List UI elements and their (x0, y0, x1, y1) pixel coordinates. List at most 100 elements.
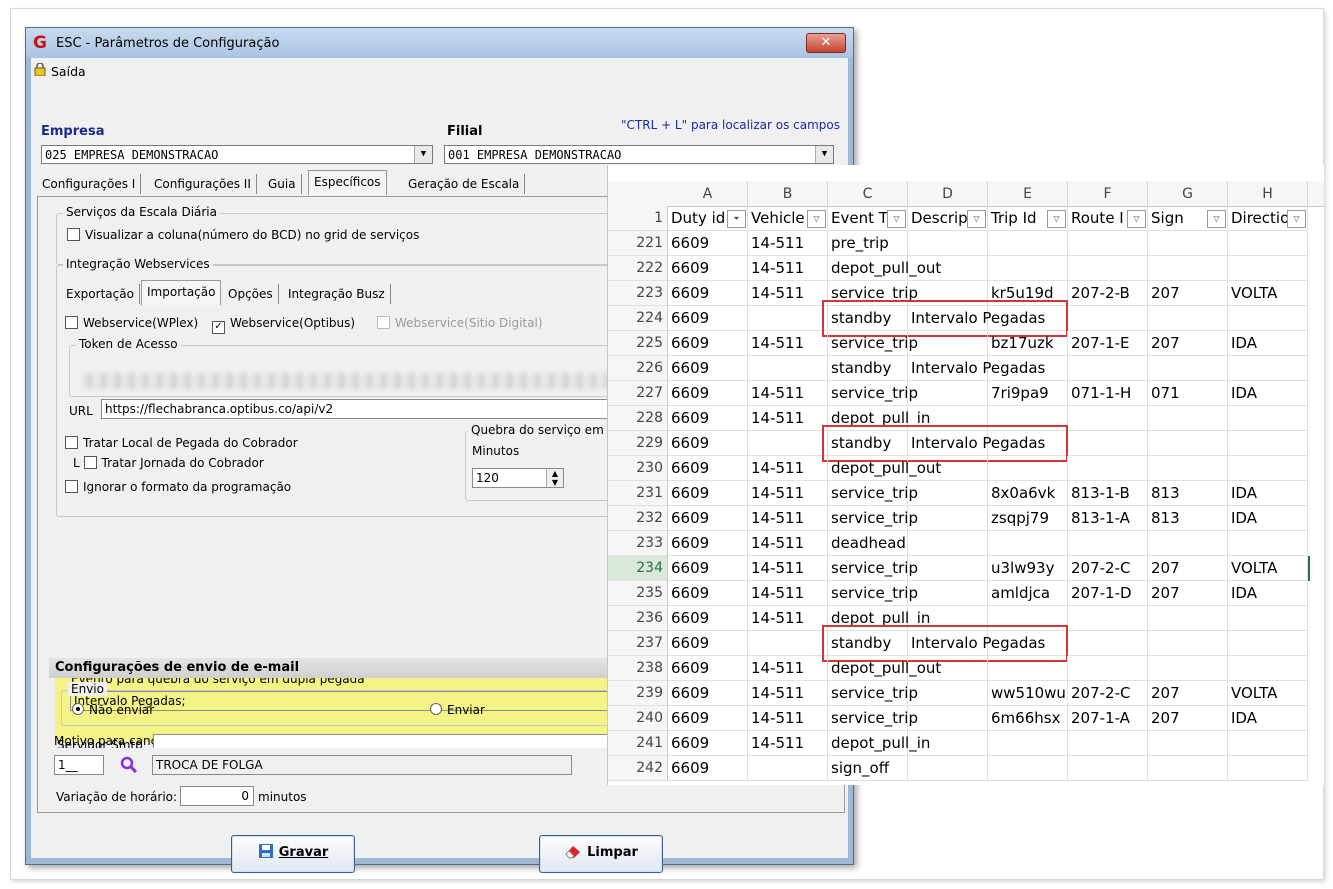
tab-configuracoes-1[interactable]: Configurações I (37, 174, 142, 194)
table-cell[interactable] (988, 731, 1068, 756)
chevron-down-icon[interactable]: ▼ (414, 146, 432, 163)
table-cell[interactable]: 6609 (668, 231, 748, 256)
table-cell[interactable]: 6m66hsx (988, 706, 1068, 731)
chevron-down-icon[interactable]: ▼ (815, 146, 833, 163)
table-cell[interactable]: 6609 (668, 381, 748, 406)
table-cell[interactable]: IDA (1228, 581, 1308, 606)
table-cell[interactable] (1148, 606, 1228, 631)
table-cell[interactable]: 6609 (668, 606, 748, 631)
table-cell[interactable] (1228, 531, 1308, 556)
table-cell[interactable] (1068, 456, 1148, 481)
row-number[interactable]: 224 (608, 306, 668, 331)
table-cell[interactable]: 14-511 (748, 481, 828, 506)
table-cell[interactable]: IDA (1228, 381, 1308, 406)
row-number[interactable]: 242 (608, 756, 668, 781)
row-number[interactable]: 239 (608, 681, 668, 706)
table-cell[interactable]: standby (828, 356, 908, 381)
row-number[interactable]: 225 (608, 331, 668, 356)
table-cell[interactable] (1228, 406, 1308, 431)
table-cell[interactable] (908, 706, 988, 731)
smtp-input[interactable] (153, 734, 643, 748)
search-icon[interactable] (120, 756, 138, 774)
table-cell[interactable]: IDA (1228, 331, 1308, 356)
table-cell[interactable]: 6609 (668, 531, 748, 556)
table-cell[interactable]: 6609 (668, 356, 748, 381)
nao-enviar-radio[interactable]: Não enviar (72, 703, 154, 717)
column-header-b[interactable]: B (748, 181, 828, 206)
table-cell[interactable]: 6609 (668, 706, 748, 731)
table-cell[interactable]: service_trip (828, 681, 918, 706)
table-cell[interactable] (1228, 256, 1308, 281)
table-cell[interactable]: 14-511 (748, 656, 828, 681)
table-cell[interactable] (988, 756, 1068, 781)
table-cell[interactable]: 207-2-B (1068, 281, 1148, 306)
table-cell[interactable] (908, 456, 988, 481)
table-cell[interactable] (908, 556, 988, 581)
table-cell[interactable]: VOLTA (1228, 556, 1308, 581)
menu-saida[interactable]: Saída (51, 64, 86, 79)
table-cell[interactable]: bz17uzk (988, 331, 1068, 356)
table-cell[interactable] (1228, 656, 1308, 681)
table-cell[interactable] (988, 356, 1068, 381)
table-cell[interactable] (988, 531, 1068, 556)
filial-select[interactable]: 001 EMPRESA DEMONSTRACAO ▼ (444, 145, 834, 164)
row-number[interactable]: 226 (608, 356, 668, 381)
visualizar-coluna-checkbox[interactable]: Visualizar a coluna(número do BCD) no gr… (67, 228, 419, 242)
filter-dropdown-icon[interactable]: ▽ (1287, 210, 1306, 228)
table-cell[interactable]: 14-511 (748, 381, 828, 406)
table-cell[interactable]: amldjca (988, 581, 1068, 606)
table-cell[interactable]: 14-511 (748, 531, 828, 556)
table-cell[interactable] (1148, 256, 1228, 281)
table-cell[interactable]: 6609 (668, 481, 748, 506)
table-cell[interactable]: depot_pull_out (828, 256, 941, 281)
filter-dropdown-icon[interactable]: ▽ (887, 210, 906, 228)
url-input[interactable]: https://flechabranca.optibus.co/api/v2 (101, 399, 621, 419)
table-cell[interactable]: depot_pull_out (828, 656, 941, 681)
table-cell[interactable] (1148, 731, 1228, 756)
table-cell[interactable]: 6609 (668, 506, 748, 531)
table-cell[interactable]: 071-1-H (1068, 381, 1148, 406)
table-cell[interactable] (1228, 631, 1308, 656)
table-cell[interactable]: 207 (1148, 556, 1228, 581)
table-cell[interactable]: service_trip (828, 506, 918, 531)
table-cell[interactable] (908, 756, 988, 781)
table-cell[interactable]: 207 (1148, 681, 1228, 706)
table-cell[interactable]: deadhead (828, 531, 908, 556)
table-cell[interactable] (988, 456, 1068, 481)
spinner-arrows-icon[interactable]: ▲ ▼ (546, 469, 563, 487)
filter-dropdown-icon[interactable]: ▽ (1207, 210, 1226, 228)
empresa-select[interactable]: 025 EMPRESA DEMONSTRACAO ▼ (41, 145, 433, 164)
table-cell[interactable] (748, 356, 828, 381)
table-cell[interactable] (988, 256, 1068, 281)
table-cell[interactable]: 6609 (668, 256, 748, 281)
column-header-e[interactable]: E (988, 181, 1068, 206)
table-cell[interactable]: service_trip (828, 706, 918, 731)
table-cell[interactable]: 6609 (668, 681, 748, 706)
table-cell[interactable]: VOLTA (1228, 281, 1308, 306)
table-cell[interactable]: 6609 (668, 281, 748, 306)
table-cell[interactable]: 207 (1148, 706, 1228, 731)
table-cell[interactable]: service_trip (828, 556, 918, 581)
table-cell[interactable]: 14-511 (748, 256, 828, 281)
table-cell[interactable]: 6609 (668, 431, 748, 456)
table-cell[interactable] (1228, 356, 1308, 381)
table-cell[interactable] (1228, 606, 1308, 631)
table-cell[interactable]: service_trip (828, 581, 918, 606)
table-cell[interactable] (1068, 356, 1148, 381)
table-cell[interactable]: 207-1-A (1068, 706, 1148, 731)
table-cell[interactable]: zsqpj79 (988, 506, 1068, 531)
header-cell[interactable]: Directio ▽ (1228, 206, 1308, 231)
table-cell[interactable] (1228, 306, 1308, 331)
header-cell[interactable]: Vehicle ▽ (748, 206, 828, 231)
table-cell[interactable] (908, 681, 988, 706)
table-cell[interactable]: 6609 (668, 306, 748, 331)
table-cell[interactable] (908, 531, 988, 556)
table-cell[interactable]: ww510wu (988, 681, 1068, 706)
close-button[interactable]: ✕ (806, 33, 846, 53)
table-cell[interactable] (1228, 731, 1308, 756)
row-number[interactable]: 235 (608, 581, 668, 606)
table-cell[interactable] (1148, 756, 1228, 781)
gravar-button[interactable]: Gravar (231, 835, 355, 873)
row-number[interactable]: 240 (608, 706, 668, 731)
filter-active-icon[interactable]: ⏷ (727, 210, 746, 228)
